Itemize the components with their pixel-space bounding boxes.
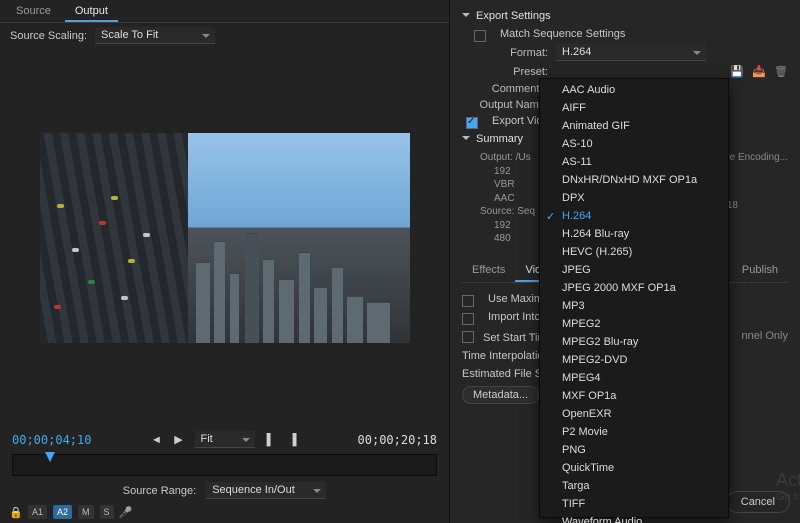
import-project-checkbox[interactable]: [462, 313, 474, 325]
source-range-label: Source Range:: [123, 485, 196, 497]
format-option[interactable]: MPEG2: [540, 315, 728, 333]
subtab-effects[interactable]: Effects: [462, 260, 515, 282]
render-only-label: nnel Only: [742, 330, 788, 342]
format-option[interactable]: JPEG 2000 MXF OP1a: [540, 279, 728, 297]
lock-icon[interactable]: 🔒: [10, 506, 22, 518]
preset-label: Preset:: [462, 66, 548, 78]
use-max-checkbox[interactable]: [462, 295, 474, 307]
format-option[interactable]: AAC Audio: [540, 81, 728, 99]
format-option[interactable]: QuickTime: [540, 459, 728, 477]
mark-out-icon[interactable]: ▐: [287, 434, 299, 446]
zoom-fit-select[interactable]: Fit: [195, 431, 255, 448]
source-range-select[interactable]: Sequence In/Out: [206, 482, 326, 499]
delete-preset-icon[interactable]: 🗑: [774, 65, 788, 79]
mark-in-icon[interactable]: ▌: [265, 434, 277, 446]
format-option[interactable]: MXF OP1a: [540, 387, 728, 405]
playback-controls: ◄ ▶ Fit ▌ ▐: [151, 431, 299, 448]
step-back-icon[interactable]: ◄: [151, 434, 163, 446]
chevron-down-icon: [462, 10, 470, 22]
match-sequence-label: Match Sequence Settings: [500, 28, 625, 40]
audio-track-buttons: 🔒 A1 A2 M S 🎤: [0, 501, 449, 523]
tab-source[interactable]: Source: [6, 2, 61, 22]
format-option[interactable]: DNxHR/DNxHD MXF OP1a: [540, 171, 728, 189]
play-icon[interactable]: ▶: [173, 434, 185, 446]
tab-output[interactable]: Output: [65, 2, 118, 22]
export-video-checkbox[interactable]: [466, 117, 478, 129]
track-a1[interactable]: A1: [28, 505, 47, 519]
format-option[interactable]: AS-11: [540, 153, 728, 171]
format-label: Format:: [462, 47, 548, 59]
output-name-label: Output Name:: [462, 99, 548, 111]
format-dropdown[interactable]: AAC AudioAIFFAnimated GIFAS-10AS-11DNxHR…: [539, 78, 729, 518]
timecode-in[interactable]: 00;00;04;10: [12, 433, 91, 447]
format-option[interactable]: Targa: [540, 477, 728, 495]
format-option[interactable]: PNG: [540, 441, 728, 459]
set-start-tc-checkbox[interactable]: [462, 331, 474, 343]
source-scaling-row: Source Scaling: Scale To Fit: [0, 23, 449, 48]
format-option[interactable]: AS-10: [540, 135, 728, 153]
preview-tabs: Source Output: [0, 0, 449, 23]
comments-label: Comments:: [462, 83, 548, 95]
match-sequence-checkbox[interactable]: [474, 30, 486, 42]
format-select[interactable]: H.264: [556, 44, 706, 61]
save-preset-icon[interactable]: 💾: [730, 65, 744, 79]
track-a2[interactable]: A2: [53, 505, 72, 519]
format-option[interactable]: AIFF: [540, 99, 728, 117]
track-s[interactable]: S: [100, 505, 114, 519]
export-settings-header[interactable]: Export Settings: [462, 10, 788, 22]
format-option[interactable]: DPX: [540, 189, 728, 207]
metadata-button[interactable]: Metadata...: [462, 386, 539, 404]
format-option[interactable]: H.264: [540, 207, 728, 225]
export-settings-title: Export Settings: [476, 10, 551, 22]
summary-label[interactable]: Summary: [476, 133, 523, 145]
format-option[interactable]: MPEG2 Blu-ray: [540, 333, 728, 351]
format-option[interactable]: MPEG2-DVD: [540, 351, 728, 369]
format-option[interactable]: OpenEXR: [540, 405, 728, 423]
time-ruler[interactable]: [12, 454, 437, 476]
format-option[interactable]: Waveform Audio: [540, 513, 728, 523]
format-option[interactable]: MP3: [540, 297, 728, 315]
chevron-down-icon: [462, 133, 470, 145]
preview-frame: [40, 133, 410, 343]
format-option[interactable]: TIFF: [540, 495, 728, 513]
export-settings-panel: Export Settings Match Sequence Settings …: [450, 0, 800, 523]
mic-icon[interactable]: 🎤: [120, 506, 132, 518]
cancel-button[interactable]: Cancel: [726, 491, 790, 513]
format-option[interactable]: Animated GIF: [540, 117, 728, 135]
format-option[interactable]: P2 Movie: [540, 423, 728, 441]
format-option[interactable]: MPEG4: [540, 369, 728, 387]
import-preset-icon[interactable]: 📥: [752, 65, 766, 79]
format-option[interactable]: H.264 Blu-ray: [540, 225, 728, 243]
source-range-row: Source Range: Sequence In/Out: [0, 480, 449, 501]
format-option[interactable]: HEVC (H.265): [540, 243, 728, 261]
timecode-out: 00;00;20;18: [358, 433, 437, 447]
format-option[interactable]: JPEG: [540, 261, 728, 279]
left-panel: Source Output Source Scaling: Scale To F…: [0, 0, 450, 523]
track-m[interactable]: M: [78, 505, 94, 519]
video-preview: [0, 48, 449, 427]
source-scaling-select[interactable]: Scale To Fit: [95, 27, 215, 44]
timecode-bar: 00;00;04;10 ◄ ▶ Fit ▌ ▐ 00;00;20;18: [0, 427, 449, 452]
dialog-buttons: Cancel: [726, 491, 790, 513]
source-scaling-label: Source Scaling:: [10, 30, 87, 42]
playhead[interactable]: [45, 452, 55, 462]
subtab-publish[interactable]: Publish: [732, 260, 788, 282]
